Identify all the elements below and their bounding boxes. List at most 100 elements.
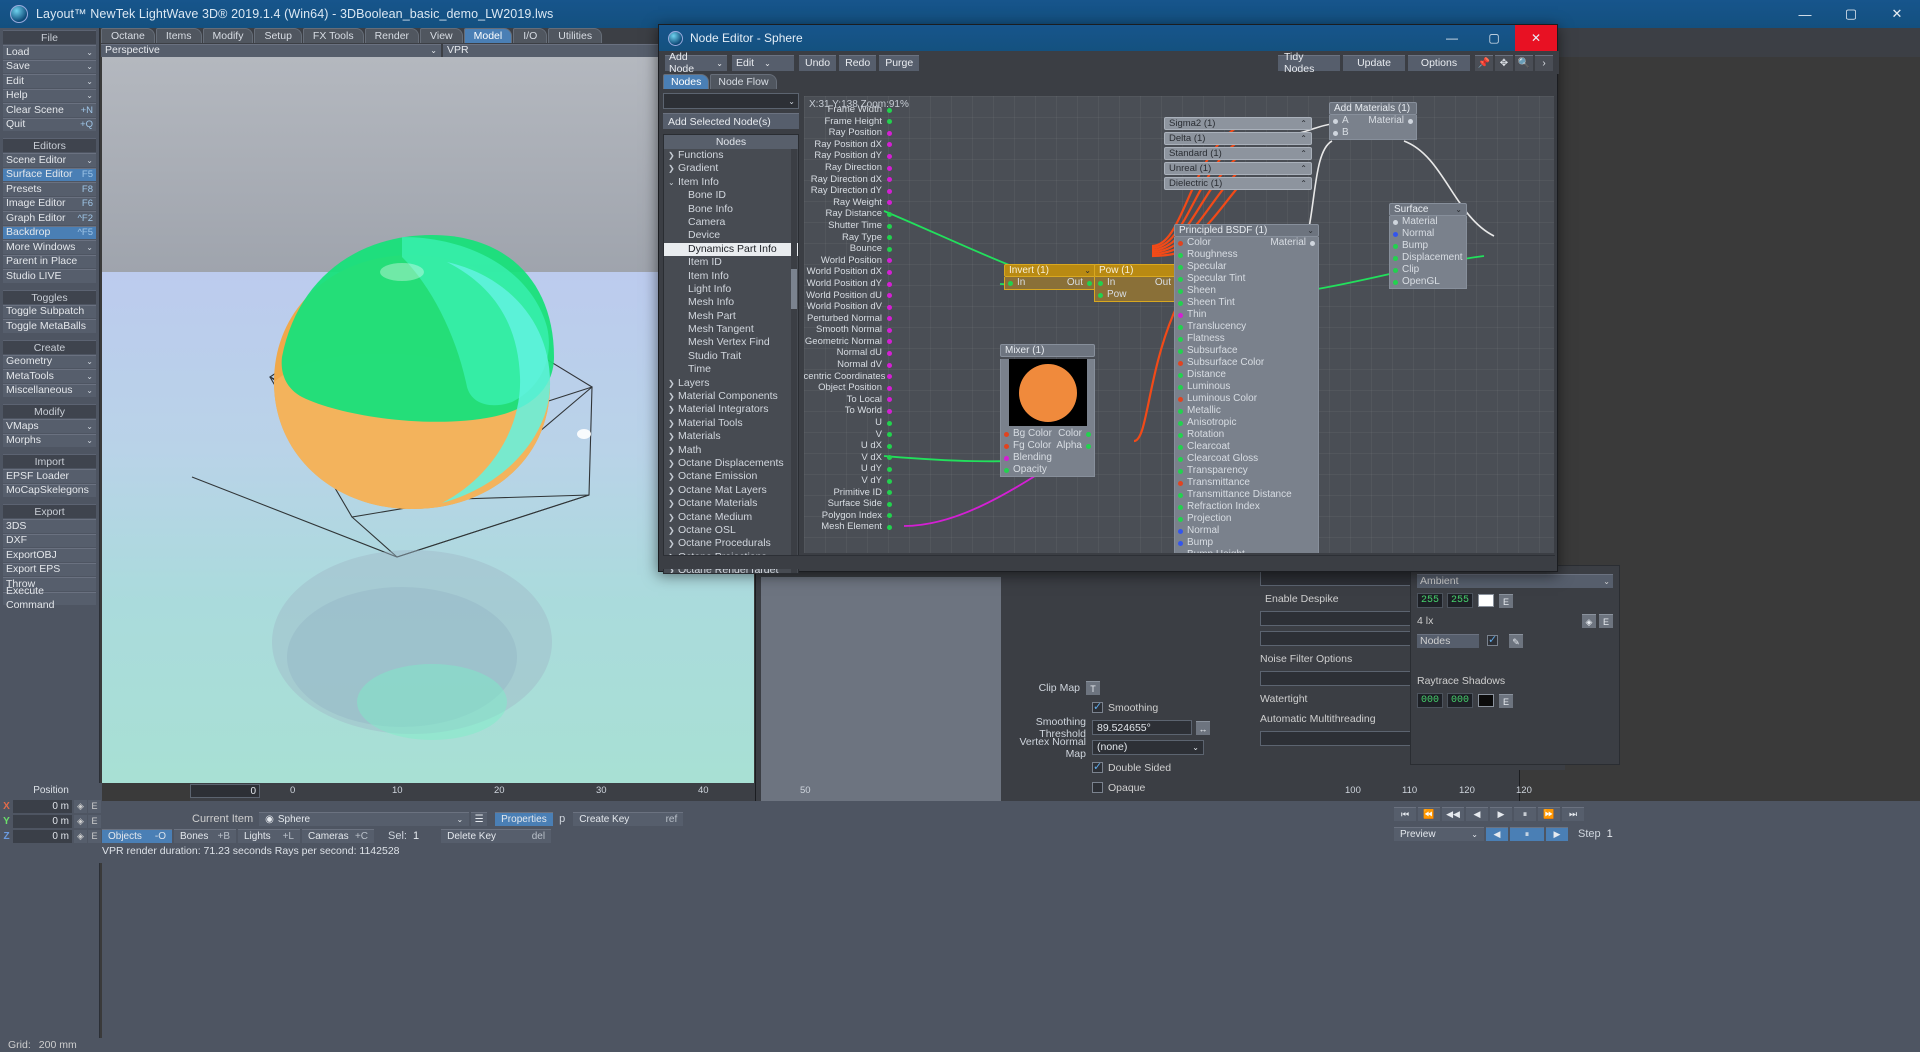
minimize-button[interactable]: —: [1782, 0, 1828, 28]
bsdf-port-subsurface-color[interactable]: Subsurface Color: [1175, 357, 1318, 369]
add-materials-b-port[interactable]: B: [1330, 127, 1416, 139]
transport-go-start-button[interactable]: ⏮: [1394, 807, 1416, 821]
bsdf-port-projection[interactable]: Projection: [1175, 513, 1318, 525]
item-info-output-ray-weight[interactable]: Ray Weight: [804, 197, 894, 209]
chevron-right-icon[interactable]: ❯: [668, 524, 678, 537]
mixer-fg-color-port[interactable]: Fg Color Alpha: [1001, 440, 1094, 452]
surface-port-material[interactable]: Material: [1390, 216, 1466, 228]
left-item-help[interactable]: Help ⌄: [3, 88, 96, 103]
ne-maximize-button[interactable]: ▢: [1473, 25, 1515, 51]
left-item-graph-editor[interactable]: Graph Editor ^F2: [3, 211, 96, 225]
tree-item-octane-materials[interactable]: ❯ Octane Materials: [664, 497, 798, 510]
picker-button[interactable]: ◈: [74, 800, 87, 813]
smoothing-threshold-stepper[interactable]: ↔: [1196, 720, 1210, 735]
chevron-down-icon[interactable]: ⌄: [86, 384, 93, 398]
purge-button[interactable]: Purge: [879, 54, 920, 71]
nodes-button[interactable]: Nodes: [1417, 633, 1479, 648]
item-info-output-ray-direction-dx[interactable]: Ray Direction dX: [804, 174, 894, 186]
axis-value-y[interactable]: 0 m: [13, 815, 72, 828]
bsdf-port-thin[interactable]: Thin: [1175, 309, 1318, 321]
transport-next-frame-button[interactable]: ⏩: [1538, 807, 1560, 821]
bsdf-port-clearcoat-gloss[interactable]: Clearcoat Gloss: [1175, 453, 1318, 465]
node-tree[interactable]: Nodes ❯ Functions ❯ Gradient ⌄ Item Info Bone …: [663, 134, 799, 574]
tree-item-item-id[interactable]: Item ID: [664, 256, 798, 269]
item-info-output-to-local[interactable]: To Local: [804, 394, 894, 406]
item-info-output-u[interactable]: U: [804, 417, 894, 429]
chevron-down-icon[interactable]: ⌄: [86, 89, 93, 103]
port-dot-icon[interactable]: [887, 304, 892, 310]
item-list-button[interactable]: ☰: [471, 812, 488, 826]
add-materials-a-port[interactable]: A Material: [1330, 115, 1416, 127]
add-selected-nodes-button[interactable]: Add Selected Node(s): [663, 113, 799, 129]
tree-item-material-components[interactable]: ❯ Material Components: [664, 390, 798, 403]
left-item-save[interactable]: Save ⌄: [3, 59, 96, 73]
pow-node-header[interactable]: Pow (1) ⌄: [1094, 264, 1184, 277]
tree-item-mesh-info[interactable]: Mesh Info: [664, 296, 798, 309]
port-dot-icon[interactable]: [887, 513, 892, 519]
port-dot-icon[interactable]: [887, 420, 892, 426]
port-dot-icon[interactable]: [887, 281, 892, 287]
invert-node[interactable]: Invert (1) ⌄ In Out: [1004, 264, 1096, 290]
bsdf-port-distance[interactable]: Distance: [1175, 369, 1318, 381]
tree-item-bone-info[interactable]: Bone Info: [664, 203, 798, 216]
bsdf-port-normal[interactable]: Normal: [1175, 525, 1318, 537]
add-materials-header[interactable]: Add Materials (1): [1329, 102, 1417, 115]
bsdf-port-translucency[interactable]: Translucency: [1175, 321, 1318, 333]
transport-pause-button[interactable]: ⏸: [1514, 807, 1536, 821]
tree-item-mesh-tangent[interactable]: Mesh Tangent: [664, 323, 798, 336]
bsdf-port-luminous[interactable]: Luminous: [1175, 381, 1318, 393]
tab-items[interactable]: Items: [155, 28, 202, 43]
left-item-load[interactable]: Load ⌄: [3, 45, 96, 59]
color-value-g[interactable]: 255: [1447, 593, 1474, 608]
clip-map-texture-button[interactable]: T: [1086, 680, 1100, 695]
tab-setup[interactable]: Setup: [254, 28, 302, 43]
port-dot-icon[interactable]: [887, 385, 892, 391]
port-dot-icon[interactable]: [887, 490, 892, 496]
tidy-nodes-button[interactable]: Tidy Nodes: [1278, 51, 1340, 75]
tab-view[interactable]: View: [420, 28, 463, 43]
port-dot-icon[interactable]: [887, 177, 892, 183]
tree-item-octane-osl[interactable]: ❯ Octane OSL: [664, 524, 798, 537]
chevron-down-icon[interactable]: ⌄: [86, 75, 93, 89]
bsdf-port-subsurface[interactable]: Subsurface: [1175, 345, 1318, 357]
left-item-image-editor[interactable]: Image Editor F6: [3, 196, 96, 210]
left-item-mocapskelegons[interactable]: MoCapSkelegons: [3, 483, 96, 497]
chevron-right-icon[interactable]: ❯: [668, 444, 678, 457]
item-info-output-world-position-du[interactable]: World Position dU: [804, 290, 894, 302]
bsdf-port-anisotropic[interactable]: Anisotropic: [1175, 417, 1318, 429]
port-dot-icon[interactable]: [887, 339, 892, 345]
mixer-node[interactable]: Mixer (1) Bg Color Color Fg Color Alpha …: [1000, 344, 1095, 477]
item-info-output-world-position-dx[interactable]: World Position dX: [804, 266, 894, 278]
bsdf-port-bump-height[interactable]: Bump Height: [1175, 549, 1318, 553]
close-button[interactable]: ✕: [1874, 0, 1920, 28]
tree-item-item-info[interactable]: ⌄ Item Info: [664, 176, 798, 189]
item-info-output-frame-height[interactable]: Frame Height: [804, 116, 894, 128]
transport-prev-key-button[interactable]: ◀◀: [1442, 807, 1464, 821]
chevron-up-icon[interactable]: ⌃: [1300, 177, 1307, 190]
surface-port-bump[interactable]: Bump: [1390, 240, 1466, 252]
properties-button[interactable]: Properties: [495, 812, 554, 826]
tree-item-mesh-vertex-find[interactable]: Mesh Vertex Find: [664, 336, 798, 349]
pow-exp-port[interactable]: Pow: [1095, 289, 1183, 301]
smoothing-checkbox[interactable]: [1092, 700, 1103, 713]
tree-item-materials[interactable]: ❯ Materials: [664, 430, 798, 443]
principled-bsdf-node[interactable]: Principled BSDF (1) ⌄ Color Material Rough…: [1174, 224, 1319, 553]
port-dot-icon[interactable]: [887, 119, 892, 125]
tree-item-functions[interactable]: ❯ Functions: [664, 149, 798, 162]
mixer-bg-color-port[interactable]: Bg Color Color: [1001, 428, 1094, 440]
node-tree-scrollbar[interactable]: [791, 149, 797, 573]
item-info-output-world-position[interactable]: World Position: [804, 255, 894, 267]
tab-model[interactable]: Model: [463, 28, 513, 43]
update-button[interactable]: Update: [1343, 54, 1405, 71]
opaque-checkbox[interactable]: [1092, 782, 1103, 793]
integrator-node-unreal-1-[interactable]: Unreal (1) ⌃: [1164, 162, 1312, 175]
item-info-output-surface-side[interactable]: Surface Side: [804, 498, 894, 510]
undo-button[interactable]: Undo: [799, 54, 837, 71]
integrator-node-standard-1-[interactable]: Standard (1) ⌃: [1164, 147, 1312, 160]
chevron-right-icon[interactable]: ❯: [668, 511, 678, 524]
item-info-output-u-dx[interactable]: U dX: [804, 440, 894, 452]
bsdf-port-sheen-tint[interactable]: Sheen Tint: [1175, 297, 1318, 309]
options-button[interactable]: Options: [1408, 54, 1470, 71]
item-info-output-ray-direction[interactable]: Ray Direction: [804, 162, 894, 174]
cameras-button[interactable]: Cameras +C: [302, 829, 374, 843]
